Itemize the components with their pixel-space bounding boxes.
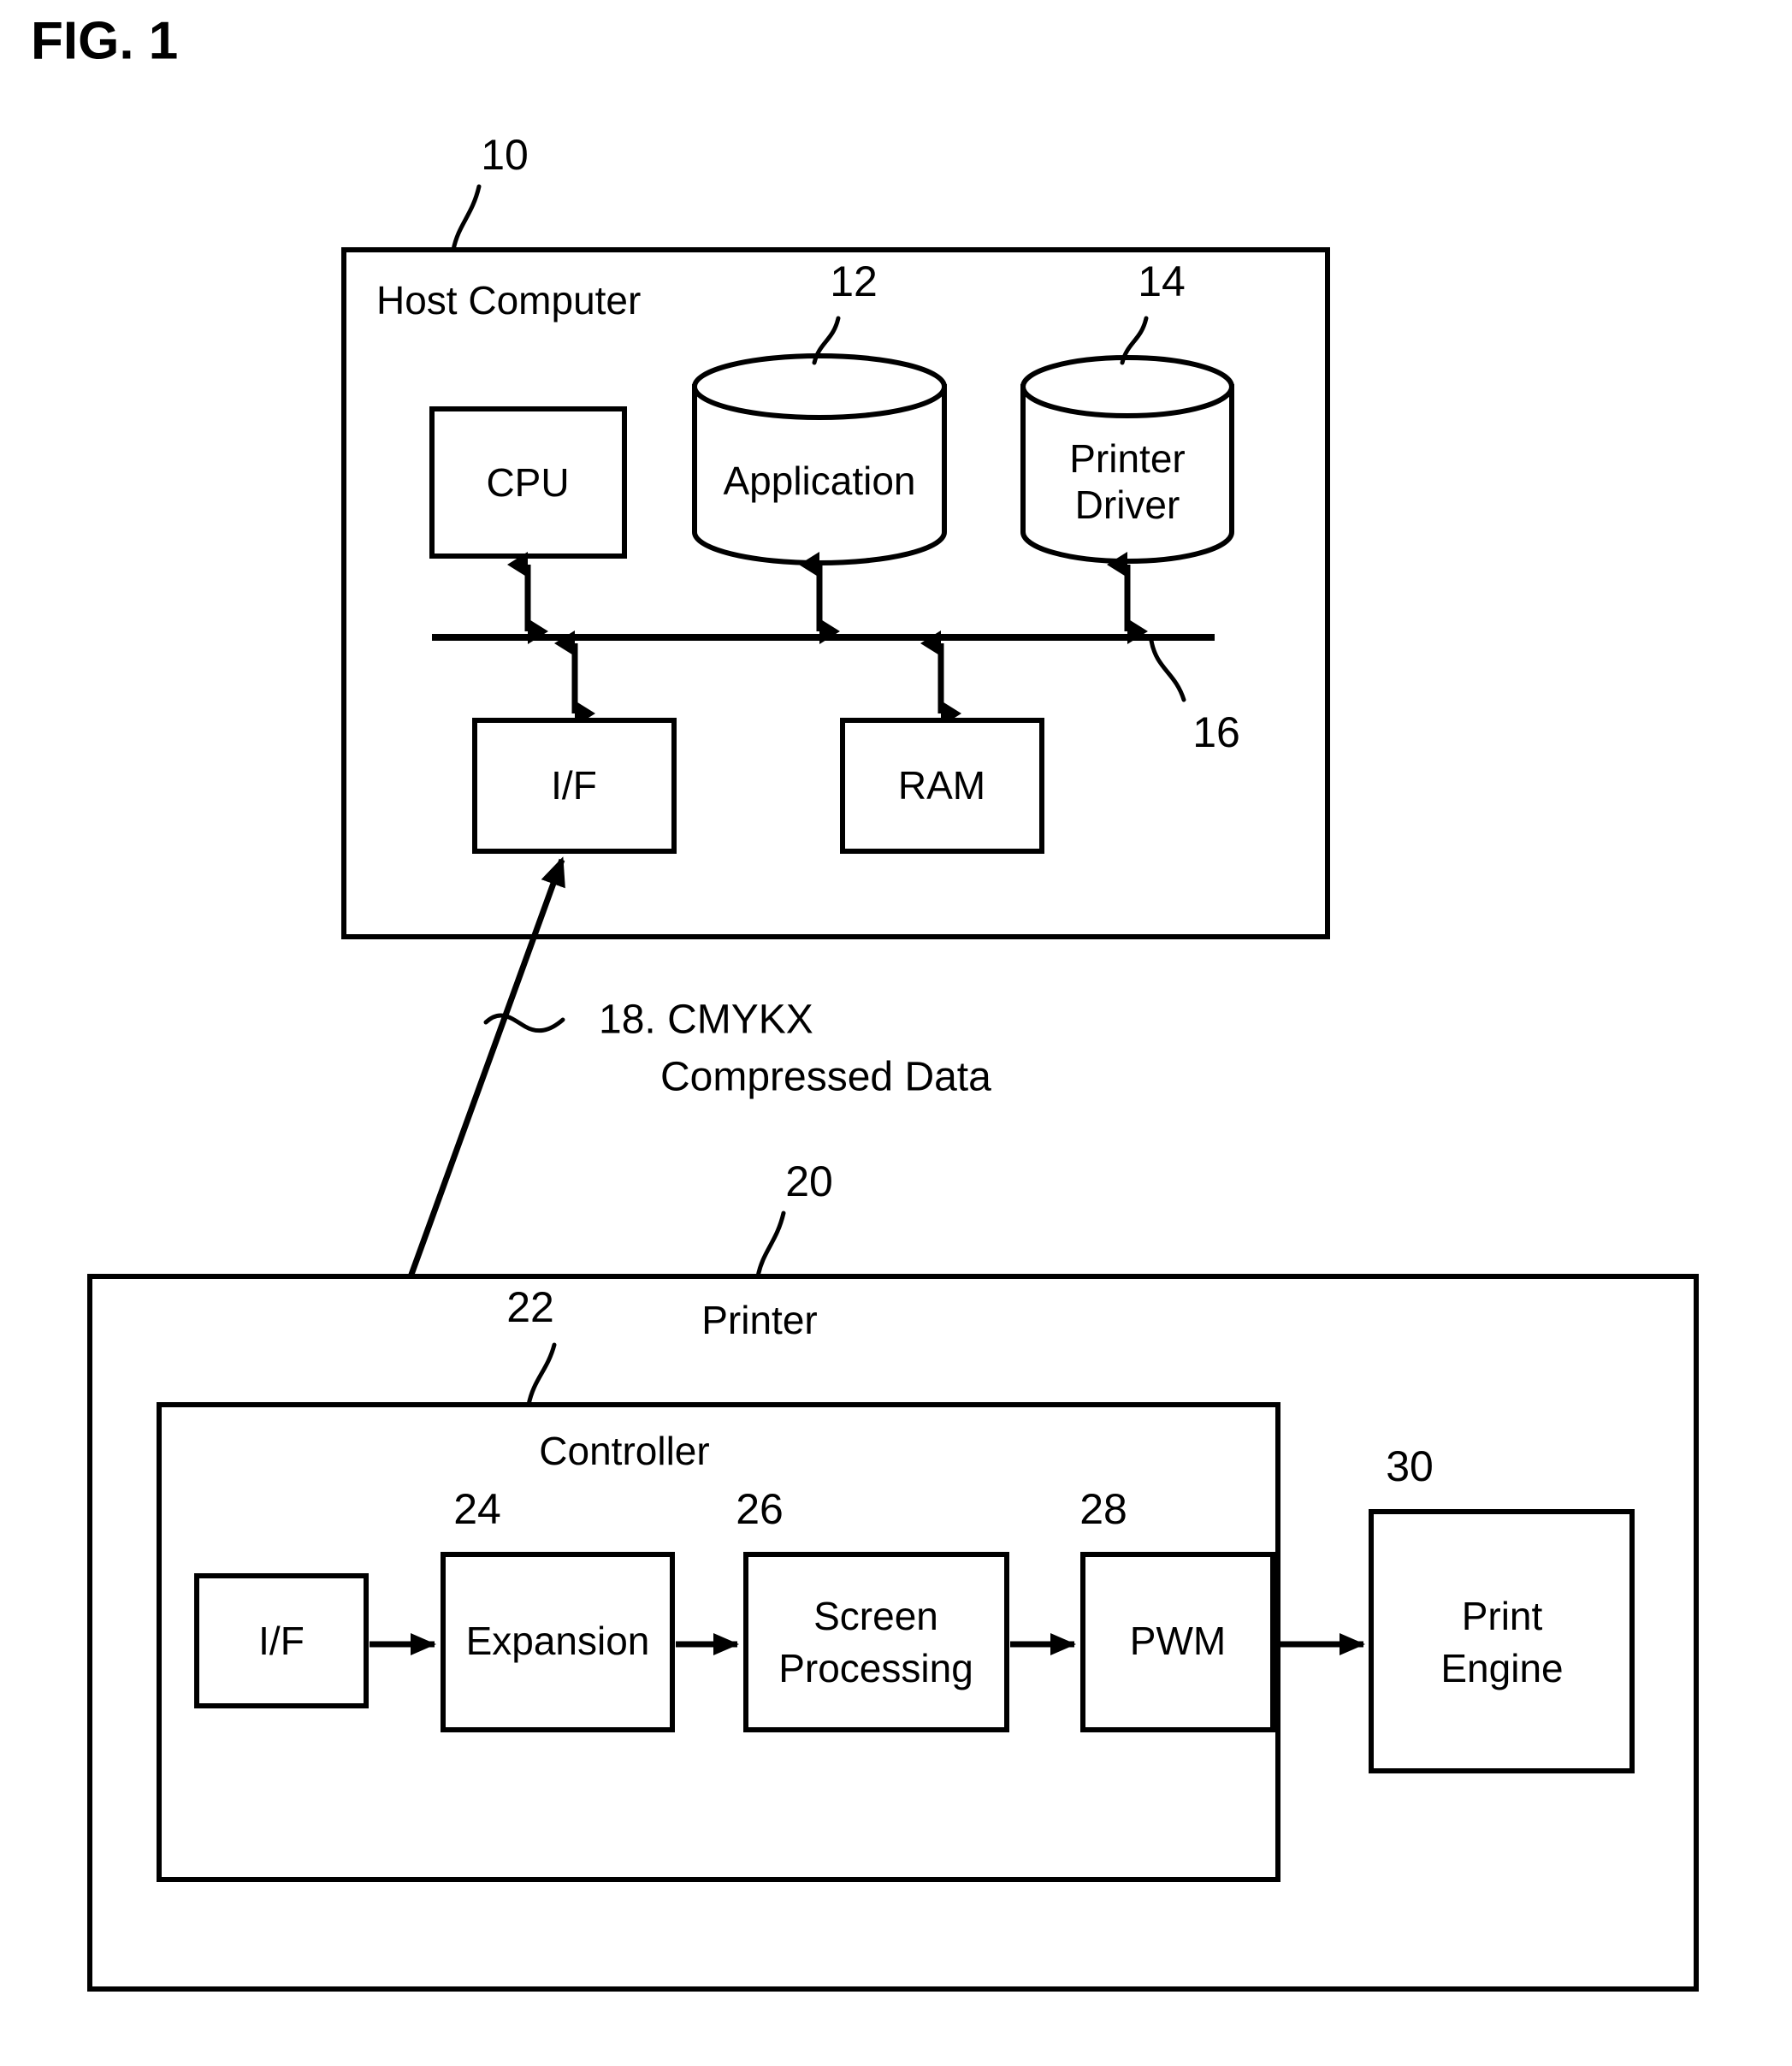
screen-processing-box	[743, 1552, 1009, 1732]
host-interface-label: I/F	[551, 763, 597, 808]
application-ref-number: 12	[830, 258, 878, 305]
host-computer-title: Host Computer	[376, 278, 641, 323]
controller-ref-number: 22	[506, 1283, 554, 1331]
bus-ref-number: 16	[1192, 708, 1240, 756]
print-engine-box	[1369, 1509, 1635, 1773]
cmykx-leader-line	[483, 1013, 565, 1033]
cmykx-label-line1: 18. CMYKX	[599, 997, 813, 1043]
printer-driver-label-line1: Printer	[1069, 436, 1185, 481]
printer-driver-label-line2: Driver	[1075, 482, 1180, 527]
printer-title: Printer	[701, 1298, 817, 1342]
application-label: Application	[723, 459, 915, 503]
host-computer-ref-number: 10	[481, 131, 529, 179]
print-engine-label-line2: Engine	[1440, 1646, 1563, 1690]
screen-processing-label-line2: Processing	[778, 1646, 973, 1690]
ram-label: RAM	[898, 763, 985, 808]
print-engine-label-line1: Print	[1462, 1594, 1543, 1638]
figure-title: FIG. 1	[31, 11, 178, 70]
controller-title: Controller	[539, 1429, 709, 1473]
cpu-label: CPU	[486, 460, 569, 505]
pwm-label: PWM	[1130, 1619, 1226, 1663]
expansion-ref-number: 24	[453, 1485, 501, 1533]
patent-figure-diagram: FIG. 1 10 Host Computer CPU Application …	[31, 11, 1699, 1992]
printer-interface-label: I/F	[258, 1619, 305, 1663]
print-engine-ref-number: 30	[1386, 1442, 1434, 1490]
screen-processing-ref-number: 26	[736, 1485, 784, 1533]
expansion-label: Expansion	[466, 1619, 650, 1663]
pwm-ref-number: 28	[1079, 1485, 1127, 1533]
printer-ref-number: 20	[785, 1157, 833, 1205]
printer-driver-ref-number: 14	[1138, 258, 1186, 305]
screen-processing-label-line1: Screen	[813, 1594, 938, 1638]
printer-leader-line	[755, 1211, 786, 1279]
host-computer-leader-line	[451, 184, 482, 252]
cmykx-label-line2: Compressed Data	[660, 1055, 991, 1100]
figure-root: FIG. 1 10 Host Computer CPU Application …	[0, 0, 1792, 2066]
